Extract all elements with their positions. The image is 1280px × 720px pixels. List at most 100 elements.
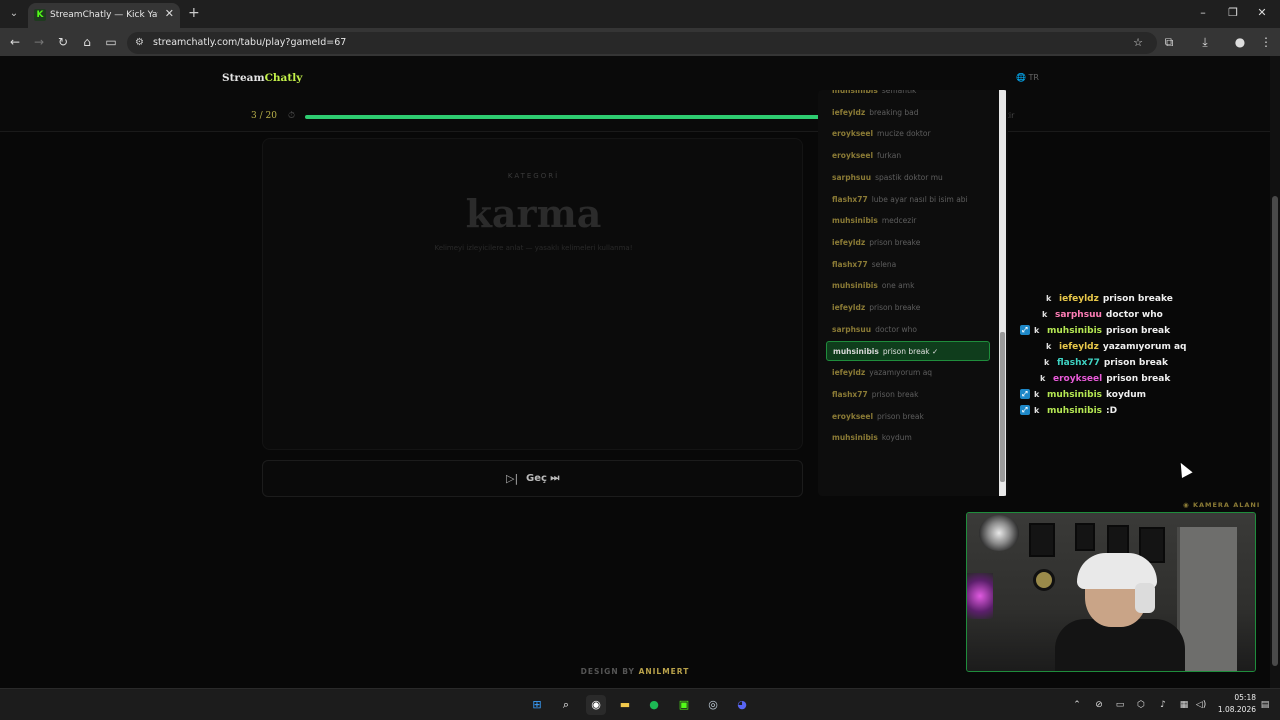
guess-item: muhsinibis koydum bbox=[826, 428, 990, 448]
subscriber-badge-icon: ⤢ bbox=[1020, 389, 1030, 399]
downloads-icon[interactable]: ⤓ bbox=[1197, 34, 1213, 50]
round-counter: 3 / 20 bbox=[251, 111, 277, 121]
guess-user: flashx77 bbox=[832, 389, 868, 399]
guess-text: lube ayar nasıl bi isim abi bbox=[871, 194, 968, 204]
back-icon[interactable]: ← bbox=[7, 34, 23, 50]
microphone-icon[interactable]: ♪ bbox=[1156, 697, 1170, 713]
guess-item: flashx77 lube ayar nasıl bi isim abi bbox=[826, 190, 990, 210]
browser-tab[interactable]: K StreamChatly — Kick Yayıncılar ✕ bbox=[28, 3, 180, 28]
clock-time: 05:18 bbox=[1234, 693, 1256, 702]
guess-item: flashx77 selena bbox=[826, 255, 990, 275]
guess-text: prison break bbox=[871, 389, 919, 399]
logo-chatly: Chatly bbox=[264, 72, 303, 84]
site-logo[interactable]: StreamChatly bbox=[222, 71, 302, 85]
address-bar[interactable]: ⚙ streamchatly.com/tabu/play?gameId=67 ☆ bbox=[127, 32, 1157, 54]
kick-badge-icon: k bbox=[1046, 294, 1052, 303]
guess-list[interactable]: muhsinibis semantik iefeyldz breaking bad er… bbox=[818, 90, 1008, 496]
network-icon[interactable]: ▦ bbox=[1177, 697, 1191, 713]
minimize-icon[interactable]: – bbox=[1195, 5, 1211, 21]
notifications-icon[interactable]: ▤ bbox=[1258, 697, 1272, 713]
side-panel-icon[interactable]: ▭ bbox=[103, 34, 119, 50]
skip-label: Geç ⏭ bbox=[526, 473, 560, 484]
guess-user: muhsinibis bbox=[832, 433, 878, 443]
kick-badge-icon: k bbox=[1034, 390, 1040, 399]
guess-item: sarphsuu spastik doktor mu bbox=[826, 168, 990, 188]
guess-user: eroykseel bbox=[832, 411, 874, 421]
chat-message: k iefeyldz prison breake bbox=[1046, 291, 1173, 307]
guess-item: iefeyldz yazamıyorum aq bbox=[826, 363, 990, 383]
browser-tab-bar: ⌄ K StreamChatly — Kick Yayıncılar ✕ + –… bbox=[0, 0, 1280, 28]
profile-icon[interactable]: ● bbox=[1232, 34, 1248, 50]
reload-icon[interactable]: ↻ bbox=[55, 34, 71, 50]
chat-text: koydum bbox=[1106, 390, 1147, 400]
footer-author[interactable]: ANILMERT bbox=[639, 667, 690, 676]
extensions-icon[interactable]: ⧉ bbox=[1161, 34, 1177, 50]
tab-list-icon[interactable]: ⌄ bbox=[6, 6, 22, 22]
site-info-icon[interactable]: ⚙ bbox=[135, 35, 144, 51]
chat-text: doctor who bbox=[1105, 310, 1163, 320]
guess-text: doctor who bbox=[875, 324, 918, 334]
new-tab-icon[interactable]: + bbox=[188, 5, 200, 21]
spotify-icon[interactable]: ● bbox=[644, 695, 664, 715]
guess-text: koydum bbox=[881, 433, 912, 443]
guess-text: one amk bbox=[881, 281, 915, 291]
maximize-icon[interactable]: ❐ bbox=[1225, 5, 1241, 21]
guess-text: medcezir bbox=[881, 216, 917, 226]
chat-text: prison break bbox=[1103, 358, 1168, 368]
menu-icon[interactable]: ⋮ bbox=[1258, 34, 1274, 50]
guess-user: iefeyldz bbox=[832, 237, 866, 247]
language-label: TR bbox=[1028, 73, 1039, 82]
file-explorer-icon[interactable]: ▬ bbox=[615, 695, 635, 715]
kick-badge-icon: k bbox=[1034, 326, 1040, 335]
guess-text: prison breake bbox=[869, 237, 921, 247]
bookmark-star-icon[interactable]: ☆ bbox=[1133, 35, 1143, 51]
skip-button[interactable]: ▷| Geç ⏭ bbox=[262, 460, 803, 497]
guess-list-scroll-thumb[interactable] bbox=[1000, 332, 1005, 482]
steam-icon[interactable]: ◎ bbox=[703, 695, 723, 715]
guess-user: flashx77 bbox=[832, 194, 868, 204]
guess-item: muhsinibis semantik bbox=[826, 90, 990, 101]
discord-icon[interactable]: ◕ bbox=[732, 695, 752, 715]
tray-overflow-icon[interactable]: ⌃ bbox=[1070, 697, 1084, 713]
screen: ⌄ K StreamChatly — Kick Yayıncılar ✕ + –… bbox=[0, 0, 1280, 720]
bluetooth-icon[interactable]: ⬡ bbox=[1134, 697, 1148, 713]
home-icon[interactable]: ⌂ bbox=[79, 34, 95, 50]
guess-item: muhsinibis one amk bbox=[826, 276, 990, 296]
chat-message: k flashx77 prison break bbox=[1044, 355, 1168, 371]
close-icon[interactable]: ✕ bbox=[165, 7, 174, 21]
chat-text: prison breake bbox=[1102, 294, 1173, 304]
windows-start-icon[interactable]: ⊞ bbox=[527, 695, 547, 715]
search-icon[interactable]: ⌕ bbox=[556, 695, 576, 715]
guess-text: prison break ✓ bbox=[882, 347, 939, 357]
guess-user: sarphsuu bbox=[832, 324, 872, 334]
taskbar: ⊞ ⌕ ◉ ▬ ● ▣ ◎ ◕ ⌃ ⊘ ▭ ⬡ ♪ ▦ ◁) 05:18 1.0… bbox=[0, 688, 1280, 720]
close-window-icon[interactable]: ✕ bbox=[1254, 5, 1270, 21]
language-switch[interactable]: 🌐 TR bbox=[1016, 71, 1039, 85]
guess-text: mucize doktor bbox=[877, 129, 931, 139]
footer-prefix: DESIGN BY bbox=[580, 667, 639, 676]
guess-text: yazamıyorum aq bbox=[869, 368, 933, 378]
guess-user: flashx77 bbox=[832, 259, 868, 269]
chat-text: :D bbox=[1106, 406, 1118, 416]
page: StreamChatly 🌐 TR 3 / 20 ⏱ 57 Bitir KATE… bbox=[0, 56, 1280, 688]
wall-record bbox=[1033, 569, 1055, 591]
kick-app-icon[interactable]: ▣ bbox=[674, 695, 694, 715]
tray-app-icon[interactable]: ⊘ bbox=[1092, 697, 1106, 713]
url-text[interactable]: streamchatly.com/tabu/play?gameId=67 bbox=[153, 35, 346, 51]
guess-text: spastik doktor mu bbox=[875, 172, 943, 182]
battery-icon[interactable]: ▭ bbox=[1113, 697, 1127, 713]
clock-date: 1.08.2026 bbox=[1217, 705, 1256, 714]
chat-username: muhsinibis bbox=[1047, 390, 1103, 400]
page-scroll-thumb[interactable] bbox=[1272, 196, 1278, 666]
guess-item: eroykseel mucize doktor bbox=[826, 124, 990, 144]
kick-badge-icon: k bbox=[1040, 374, 1046, 383]
kick-badge-icon: k bbox=[1042, 310, 1048, 319]
chat-message: k eroykseel prison break bbox=[1040, 371, 1170, 387]
volume-icon[interactable]: ◁) bbox=[1194, 697, 1208, 713]
camera-label: ◉ KAMERA ALANI bbox=[1183, 501, 1261, 509]
guess-user: muhsinibis bbox=[832, 281, 878, 291]
clock[interactable]: 05:18 1.08.2026 bbox=[1212, 692, 1256, 716]
forward-icon[interactable]: → bbox=[31, 34, 47, 50]
chrome-icon[interactable]: ◉ bbox=[586, 695, 606, 715]
game-card: KATEGORİ karma Kelimeyi izleyicilere anl… bbox=[262, 138, 803, 450]
